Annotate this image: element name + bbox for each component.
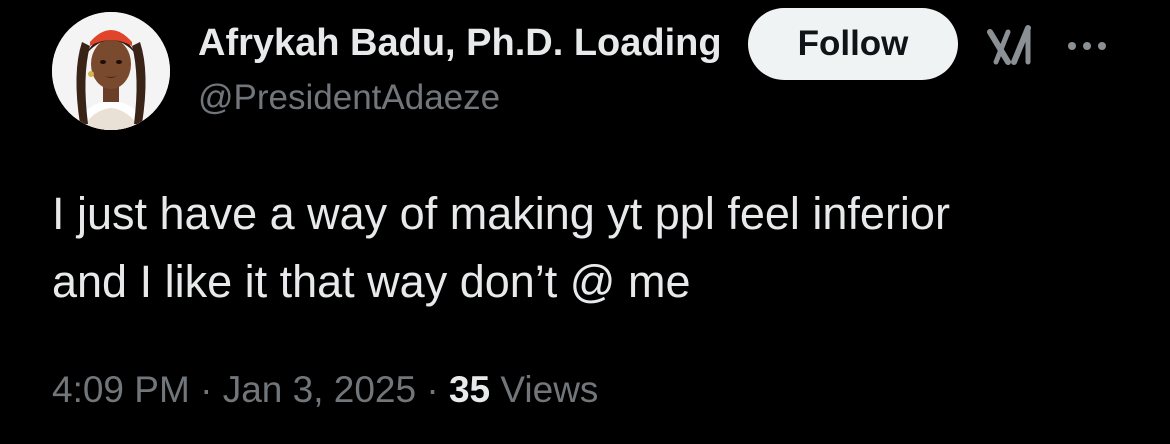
more-options-icon[interactable] — [1062, 22, 1112, 70]
meta-separator: · — [189, 369, 223, 410]
author-handle[interactable]: @PresidentAdaeze — [198, 76, 500, 120]
tweet-text: I just have a way of making yt ppl feel … — [52, 180, 1132, 316]
tweet-card: Afrykah Badu, Ph.D. Loading @PresidentAd… — [0, 0, 1170, 444]
tweet-date[interactable]: Jan 3, 2025 — [223, 369, 416, 410]
tweet-text-line: I just have a way of making yt ppl feel … — [52, 188, 950, 239]
grok-icon[interactable] — [986, 22, 1036, 70]
avatar-illustration-icon — [52, 12, 170, 130]
follow-button[interactable]: Follow — [748, 8, 958, 80]
tweet-time[interactable]: 4:09 PM — [52, 369, 190, 410]
avatar[interactable] — [52, 12, 170, 130]
tweet-meta: 4:09 PM · Jan 3, 2025 · 35 Views — [52, 366, 598, 414]
tweet-text-line: and I like it that way don’t @ me — [52, 256, 691, 307]
views-count: 35 — [448, 369, 491, 410]
meta-separator: · — [416, 369, 449, 410]
author-display-name[interactable]: Afrykah Badu, Ph.D. Loading — [198, 20, 730, 66]
views-label: Views — [490, 369, 599, 410]
